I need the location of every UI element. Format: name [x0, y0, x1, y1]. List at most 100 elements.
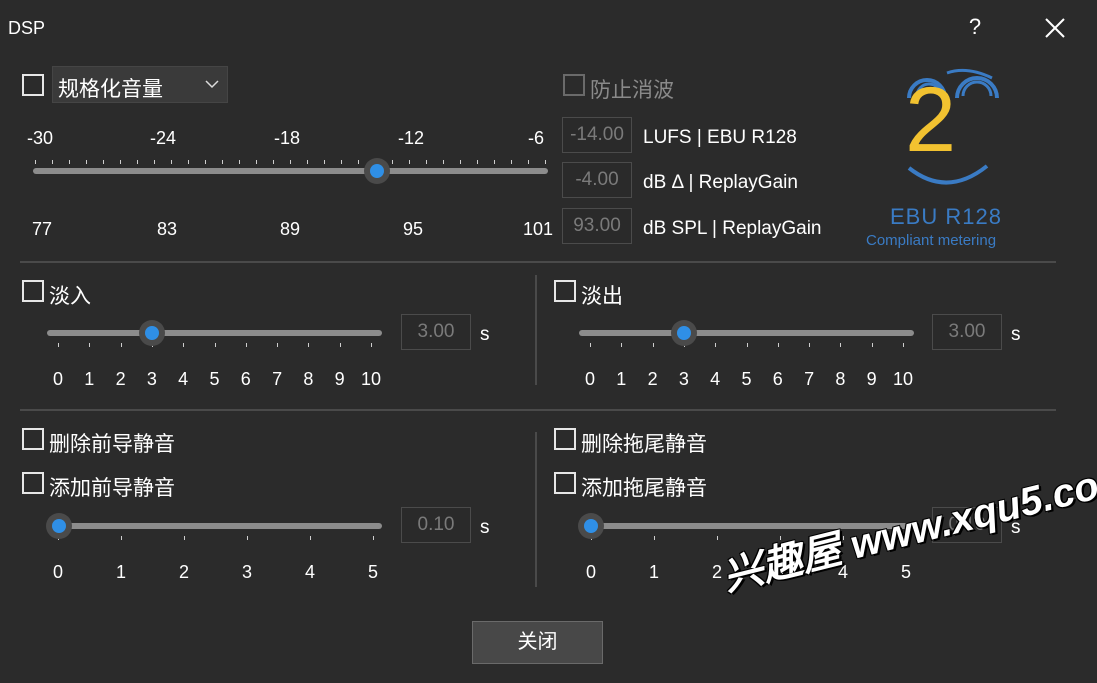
help-button[interactable]: ?: [965, 14, 985, 40]
tick-mark: [245, 343, 247, 347]
fade-out-unit: s: [1011, 324, 1021, 345]
tick-mark: [409, 160, 410, 164]
close-icon: [1045, 18, 1065, 38]
ebu-logo-digit: 2: [905, 69, 957, 171]
tick-mark: [247, 536, 248, 540]
scale-label: 10: [360, 369, 382, 389]
tick-mark: [371, 343, 372, 347]
add-leading-silence-label: 添加前导静音: [49, 477, 175, 500]
leading-silence-slider-thumb[interactable]: [46, 513, 72, 539]
scale-label: 5: [367, 562, 378, 582]
fade-out-slider-thumb[interactable]: [670, 320, 697, 346]
tick-mark: [426, 160, 427, 164]
leading-silence-input[interactable]: 0.10: [401, 507, 471, 543]
tick-mark: [89, 343, 91, 347]
remove-leading-silence-checkbox[interactable]: [22, 428, 44, 450]
lufs-input[interactable]: -14.00: [562, 117, 632, 153]
window-title: DSP: [8, 18, 46, 38]
tick-mark: [256, 160, 257, 164]
trailing-silence-slider-thumb[interactable]: [578, 513, 604, 539]
tick-mark: [121, 536, 122, 540]
tick-mark: [188, 160, 189, 164]
divider: [20, 261, 1056, 263]
tick-mark: [308, 343, 310, 347]
fade-out-label: 淡出: [581, 285, 623, 308]
tick-mark: [69, 160, 70, 164]
fade-out-input[interactable]: 3.00: [932, 314, 1002, 350]
remove-trailing-silence-checkbox[interactable]: [554, 428, 576, 450]
tick-mark: [871, 343, 873, 347]
normalize-slider-thumb[interactable]: [363, 158, 390, 184]
scale-label: 10: [892, 369, 914, 389]
scale-top-label: -30: [26, 128, 53, 148]
remove-leading-silence-label: 删除前导静音: [49, 433, 175, 456]
add-trailing-silence-label: 添加拖尾静音: [581, 477, 707, 500]
tick-mark: [392, 160, 393, 164]
scale-label: 3: [241, 562, 252, 582]
tick-mark: [339, 343, 341, 347]
tick-mark: [809, 343, 811, 347]
scale-label: 0: [52, 562, 63, 582]
tick-mark: [120, 160, 121, 164]
close-button[interactable]: 关闭: [472, 621, 603, 664]
anti-clip-checkbox[interactable]: [563, 74, 585, 96]
scale-top-label: -6: [527, 128, 544, 148]
tick-mark: [590, 343, 591, 347]
fade-in-input[interactable]: 3.00: [401, 314, 471, 350]
add-leading-silence-checkbox[interactable]: [22, 472, 44, 494]
fade-in-label: 淡入: [49, 285, 91, 308]
scale-top-label: -12: [397, 128, 424, 148]
tick-mark: [154, 160, 155, 164]
scale-label: 2: [178, 562, 189, 582]
lufs-unit-label: LUFS | EBU R128: [643, 127, 797, 148]
fade-in-slider-thumb[interactable]: [138, 320, 165, 346]
fade-in-slider-track[interactable]: [47, 330, 382, 336]
fade-in-checkbox[interactable]: [22, 280, 44, 302]
tick-mark: [103, 160, 104, 164]
normalize-mode-dropdown[interactable]: 规格化音量: [52, 66, 228, 103]
normalize-slider-track[interactable]: [33, 168, 548, 174]
divider: [535, 432, 537, 587]
fade-in-unit: s: [480, 324, 490, 345]
tick-mark: [777, 343, 779, 347]
tick-mark: [373, 536, 374, 540]
tick-mark: [183, 343, 185, 347]
scale-label: 4: [304, 562, 315, 582]
ebu-logo-text: EBU R128: [890, 204, 1002, 229]
tick-mark: [120, 343, 122, 347]
divider: [535, 275, 537, 385]
fade-out-slider-track[interactable]: [579, 330, 914, 336]
normalize-checkbox[interactable]: [22, 74, 44, 96]
tick-mark: [290, 160, 291, 164]
tick-mark: [358, 160, 359, 164]
scale-top-label: -24: [149, 128, 176, 148]
scale-label: 5: [900, 562, 911, 582]
tick-mark: [307, 160, 308, 164]
db-delta-input[interactable]: -4.00: [562, 162, 632, 198]
tick-mark: [86, 160, 87, 164]
tick-mark: [52, 160, 53, 164]
tick-mark: [903, 343, 904, 347]
spl-input[interactable]: 93.00: [562, 208, 632, 244]
scale-label: 1: [115, 562, 126, 582]
spl-unit-label: dB SPL | ReplayGain: [643, 218, 822, 239]
tick-mark: [310, 536, 311, 540]
tick-mark: [528, 160, 529, 164]
fade-out-checkbox[interactable]: [554, 280, 576, 302]
add-trailing-silence-checkbox[interactable]: [554, 472, 576, 494]
tick-mark: [137, 160, 138, 164]
scale-bottom-label: 89: [279, 219, 301, 239]
tick-mark: [273, 160, 274, 164]
divider: [20, 409, 1056, 411]
chevron-down-icon: [205, 80, 219, 89]
tick-mark: [715, 343, 717, 347]
tick-mark: [205, 160, 206, 164]
tick-mark: [746, 343, 748, 347]
tick-mark: [58, 343, 59, 347]
leading-silence-slider-track[interactable]: [47, 523, 382, 529]
normalize-mode-value: 规格化音量: [58, 78, 163, 101]
remove-trailing-silence-label: 删除拖尾静音: [581, 433, 707, 456]
close-window-button[interactable]: [1042, 12, 1068, 42]
tick-mark: [443, 160, 444, 164]
tick-mark: [277, 343, 279, 347]
